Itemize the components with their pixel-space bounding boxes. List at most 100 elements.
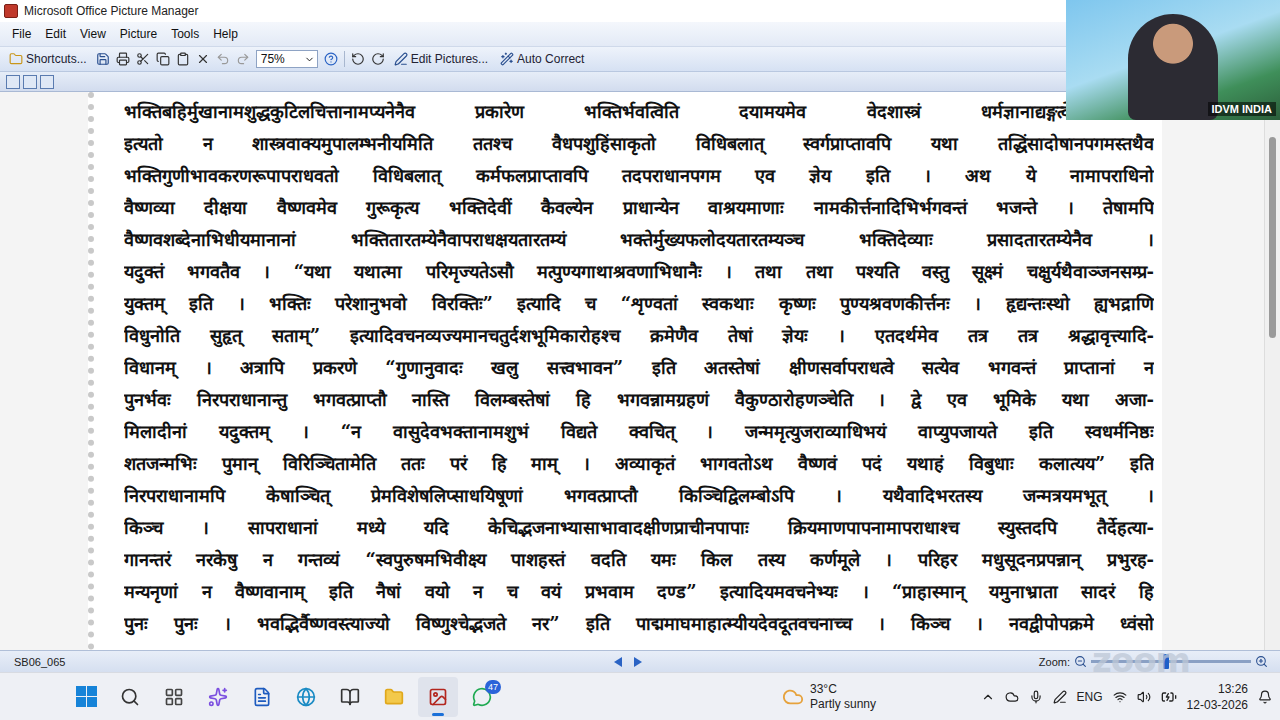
language[interactable]: ENG bbox=[1077, 690, 1103, 704]
text-line: मिलादीनां यदुक्तम् । “न वासुदेवभक्तानामश… bbox=[124, 416, 1154, 448]
menu-item[interactable]: File bbox=[6, 25, 37, 43]
vertical-scrollbar[interactable] bbox=[1264, 92, 1280, 650]
menu-item[interactable]: Tools bbox=[165, 25, 205, 43]
notification-badge: 47 bbox=[485, 680, 501, 694]
onedrive-icon[interactable] bbox=[1005, 690, 1019, 704]
show-hidden-icon[interactable] bbox=[981, 690, 995, 704]
auto-correct-button[interactable]: Auto Correct bbox=[497, 51, 587, 67]
weather-text: Partly sunny bbox=[810, 697, 876, 712]
text-line: पुनः पुनः । भवद्भिर्वैष्णवस्त्याज्यो विष… bbox=[124, 608, 1154, 640]
delete-icon[interactable] bbox=[196, 52, 210, 66]
wand-icon bbox=[500, 52, 514, 66]
volume-icon[interactable] bbox=[1137, 690, 1151, 704]
help-icon[interactable] bbox=[324, 52, 338, 66]
taskbar-app[interactable] bbox=[198, 677, 238, 717]
nav-arrows bbox=[614, 657, 642, 667]
taskbar: 47 33°CPartly sunny ENG 13:2612-03-2026 bbox=[0, 672, 1280, 720]
rotate-left-icon[interactable] bbox=[351, 52, 365, 66]
previous-icon[interactable] bbox=[614, 657, 622, 667]
cut-icon[interactable] bbox=[136, 52, 150, 66]
text-line: किञ्च । सापराधानां मध्ये यदि केचिद्भजनाभ… bbox=[124, 512, 1154, 544]
taskbar-app[interactable] bbox=[286, 677, 326, 717]
screen: Microsoft Office Picture ManagerFileEdit… bbox=[0, 0, 1280, 720]
video-frame bbox=[1128, 14, 1218, 120]
window-title: Microsoft Office Picture Manager bbox=[24, 4, 199, 18]
zoom-watermark: zoom bbox=[1092, 640, 1190, 680]
task-view-icon bbox=[164, 687, 184, 707]
system-tray: ENG 13:2612-03-2026 bbox=[981, 681, 1272, 713]
paste-icon[interactable] bbox=[176, 52, 190, 66]
single-view-icon[interactable] bbox=[40, 75, 54, 89]
thumbnail-view-icon[interactable] bbox=[6, 75, 20, 89]
taskbar-apps: 47 bbox=[110, 677, 502, 717]
taskbar-app[interactable]: 47 bbox=[462, 677, 502, 717]
edit-pictures-button[interactable]: Edit Pictures... bbox=[391, 51, 491, 67]
document-page: भक्तिबहिर्मुखानामशुद्धकुटिलचित्तानामप्यन… bbox=[88, 92, 1162, 650]
text-line: भक्तिगुणीभावकरणरूपापराधवतो विधिबलात् कर्… bbox=[124, 160, 1154, 192]
save-icon[interactable] bbox=[96, 52, 110, 66]
left-margin bbox=[0, 92, 88, 650]
wifi-icon[interactable] bbox=[1113, 690, 1127, 704]
zoom-out-icon[interactable] bbox=[1074, 655, 1087, 668]
weather-widget[interactable]: 33°CPartly sunny bbox=[782, 682, 876, 712]
shortcuts-button[interactable]: Shortcuts... bbox=[6, 51, 90, 67]
print-icon[interactable] bbox=[116, 52, 130, 66]
app-logo-icon bbox=[4, 4, 18, 18]
mic-icon[interactable] bbox=[1029, 690, 1043, 704]
text-line: युक्तम् इति । भक्तिः परेशानुभवो विरक्तिः… bbox=[124, 288, 1154, 320]
zoom-label: Zoom: bbox=[1039, 656, 1070, 668]
picture-manager-icon bbox=[428, 687, 448, 707]
text-line: विधानम् । अत्रापि प्रकरणे “गुणानुवादः खल… bbox=[124, 352, 1154, 384]
text-line: गानन्तरं नरकेषु न गन्तव्यं “स्वपुरुषमभिव… bbox=[124, 544, 1154, 576]
zoom-select[interactable]: 75% bbox=[256, 50, 318, 68]
redo-icon[interactable] bbox=[236, 52, 250, 66]
participant-name: IDVM INDIA bbox=[1208, 102, 1277, 116]
battery-icon[interactable] bbox=[1161, 689, 1177, 705]
taskbar-app[interactable] bbox=[374, 677, 414, 717]
rotate-right-icon[interactable] bbox=[371, 52, 385, 66]
scroll-thumb[interactable] bbox=[1269, 137, 1276, 338]
taskbar-app[interactable] bbox=[418, 677, 458, 717]
text-line: भक्तिबहिर्मुखानामशुद्धकुटिलचित्तानामप्यन… bbox=[124, 96, 1154, 128]
clock[interactable]: 13:2612-03-2026 bbox=[1187, 681, 1248, 713]
video-overlay[interactable]: IDVM INDIA bbox=[1066, 0, 1280, 120]
text-line: यदुक्तं भगवतैव । “यथा यथात्मा परिमृज्यते… bbox=[124, 256, 1154, 288]
book-icon bbox=[340, 687, 360, 707]
zoom-in-icon[interactable] bbox=[1255, 655, 1268, 668]
text-line: वैष्णवशब्देनाभिधीयमानानां भक्तितारतम्येन… bbox=[124, 224, 1154, 256]
folder-icon bbox=[384, 687, 404, 707]
edge-icon bbox=[296, 687, 316, 707]
text-line: निरपराधानामपि केषाञ्चित् प्रेमविशेषलिप्स… bbox=[124, 480, 1154, 512]
time: 13:26 bbox=[1218, 681, 1248, 697]
notifications-icon[interactable] bbox=[1258, 690, 1272, 704]
taskbar-app[interactable] bbox=[110, 677, 150, 717]
taskbar-app[interactable] bbox=[242, 677, 282, 717]
pen-icon[interactable] bbox=[1053, 690, 1067, 704]
menu-item[interactable]: Edit bbox=[39, 25, 72, 43]
taskbar-app[interactable] bbox=[330, 677, 370, 717]
text-line: विधुनोति सुहृत् सताम्” इत्यादिवचनव्यज्यम… bbox=[124, 320, 1154, 352]
file-name: SB06_065 bbox=[14, 656, 614, 668]
menu-item[interactable]: Picture bbox=[114, 25, 163, 43]
status-bar: SB06_065 Zoom: bbox=[0, 650, 1280, 672]
filmstrip-view-icon[interactable] bbox=[23, 75, 37, 89]
weather-icon bbox=[782, 686, 804, 708]
copy-icon[interactable] bbox=[156, 52, 170, 66]
folder-icon bbox=[9, 52, 23, 66]
start-button[interactable] bbox=[66, 677, 106, 717]
text-line: वैष्णव्या दीक्षया वैष्णवमेव गुरूकृत्य भक… bbox=[124, 192, 1154, 224]
undo-icon[interactable] bbox=[216, 52, 230, 66]
next-icon[interactable] bbox=[634, 657, 642, 667]
picture-view: भक्तिबहिर्मुखानामशुद्धकुटिलचित्तानामप्यन… bbox=[0, 92, 1280, 650]
menu-item[interactable]: View bbox=[74, 25, 112, 43]
taskbar-app[interactable] bbox=[154, 677, 194, 717]
word-icon bbox=[252, 687, 272, 707]
menu-item[interactable]: Help bbox=[207, 25, 244, 43]
right-margin bbox=[1162, 92, 1264, 650]
separator bbox=[344, 51, 345, 67]
text-line: इत्यतो न शास्त्रवाक्यमुपालम्भनीयमिति ततश… bbox=[124, 128, 1154, 160]
edit-icon bbox=[394, 52, 408, 66]
search-icon bbox=[120, 687, 140, 707]
text-line: पुनर्भवः निरपराधानान्तु भगवत्प्राप्तौ ना… bbox=[124, 384, 1154, 416]
windows-icon bbox=[76, 686, 97, 707]
